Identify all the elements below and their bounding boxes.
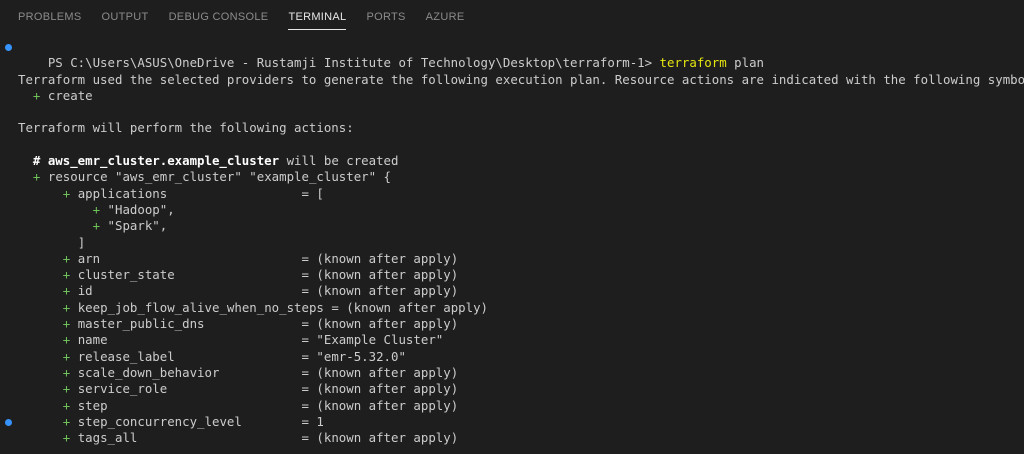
resource-comment-suffix: will be created bbox=[279, 153, 399, 169]
panel-tab-bar: PROBLEMS OUTPUT DEBUG CONSOLE TERMINAL P… bbox=[0, 0, 1024, 34]
attribute-text: step = (known after apply) bbox=[77, 397, 459, 413]
attribute-line: + step_concurrency_level = 1 bbox=[0, 414, 1024, 430]
applications-item: "Spark", bbox=[107, 218, 168, 234]
attribute-line: + tags_all = (known after apply) bbox=[0, 430, 1024, 446]
symbol-legend-text: create bbox=[47, 87, 93, 103]
terminal-prompt-line: PS C:\Users\ASUS\OneDrive - Rustamji Ins… bbox=[0, 39, 1024, 70]
applications-item: "Hadoop", bbox=[107, 201, 175, 217]
attribute-text: scale_down_behavior = (known after apply… bbox=[77, 364, 459, 380]
tab-debug-console[interactable]: DEBUG CONSOLE bbox=[159, 0, 279, 34]
attribute-text: tags_all = (known after apply) bbox=[77, 430, 459, 446]
attribute-text: id = (known after apply) bbox=[77, 283, 459, 299]
plus-symbol: + bbox=[92, 218, 101, 234]
attribute-text: arn = (known after apply) bbox=[77, 250, 459, 266]
scroll-marker-dot-icon bbox=[5, 418, 12, 426]
applications-line: + applications = [ bbox=[0, 186, 1024, 202]
resource-address: aws_emr_cluster.example_cluster bbox=[47, 153, 280, 169]
resource-decl: resource "aws_emr_cluster" "example_clus… bbox=[47, 169, 392, 185]
actions-heading-line: Terraform will perform the following act… bbox=[18, 120, 354, 136]
tab-output[interactable]: OUTPUT bbox=[92, 0, 159, 34]
tab-azure[interactable]: AZURE bbox=[416, 0, 475, 34]
attribute-line: + arn = (known after apply) bbox=[0, 251, 1024, 267]
symbol-legend-line: + create bbox=[0, 88, 1024, 104]
terminal-output[interactable]: PS C:\Users\ASUS\OneDrive - Rustamji Ins… bbox=[0, 34, 1024, 454]
attribute-text: service_role = (known after apply) bbox=[77, 381, 459, 397]
attribute-text: master_public_dns = (known after apply) bbox=[77, 316, 459, 332]
attribute-text: keep_job_flow_alive_when_no_steps = (kno… bbox=[77, 299, 488, 315]
applications-close: ] bbox=[77, 234, 86, 250]
resource-comment-prefix: # bbox=[32, 153, 48, 169]
applications-item-line: + "Spark", bbox=[0, 218, 1024, 234]
attribute-line: + keep_job_flow_alive_when_no_steps = (k… bbox=[0, 300, 1024, 316]
attribute-text: cluster_state = (known after apply) bbox=[77, 267, 459, 283]
applications-close-line: ] bbox=[0, 235, 1024, 251]
attribute-line: + release_label = "emr-5.32.0" bbox=[0, 349, 1024, 365]
tab-terminal[interactable]: TERMINAL bbox=[278, 0, 356, 34]
command-decoration-dot-icon[interactable] bbox=[5, 44, 12, 51]
attribute-text: release_label = "emr-5.32.0" bbox=[77, 348, 406, 364]
attribute-line: + scale_down_behavior = (known after app… bbox=[0, 365, 1024, 381]
attribute-text: step_concurrency_level = 1 bbox=[77, 413, 324, 429]
plan-intro-line: Terraform used the selected providers to… bbox=[18, 71, 1024, 87]
attribute-line: + master_public_dns = (known after apply… bbox=[0, 316, 1024, 332]
applications-item-line: + "Hadoop", bbox=[0, 202, 1024, 218]
attribute-line: + service_role = (known after apply) bbox=[0, 381, 1024, 397]
tab-problems[interactable]: PROBLEMS bbox=[8, 0, 92, 34]
applications-key: applications = [ bbox=[77, 185, 324, 201]
resource-decl-line: + resource "aws_emr_cluster" "example_cl… bbox=[0, 169, 1024, 185]
attribute-line: + name = "Example Cluster" bbox=[0, 332, 1024, 348]
attribute-line: + cluster_state = (known after apply) bbox=[0, 267, 1024, 283]
resource-comment-line: # aws_emr_cluster.example_cluster will b… bbox=[0, 153, 1024, 169]
tab-ports[interactable]: PORTS bbox=[356, 0, 415, 34]
attribute-text: name = "Example Cluster" bbox=[77, 332, 444, 348]
attribute-line: + id = (known after apply) bbox=[0, 283, 1024, 299]
attribute-line: + step = (known after apply) bbox=[0, 398, 1024, 414]
plus-symbol: + bbox=[92, 201, 101, 217]
